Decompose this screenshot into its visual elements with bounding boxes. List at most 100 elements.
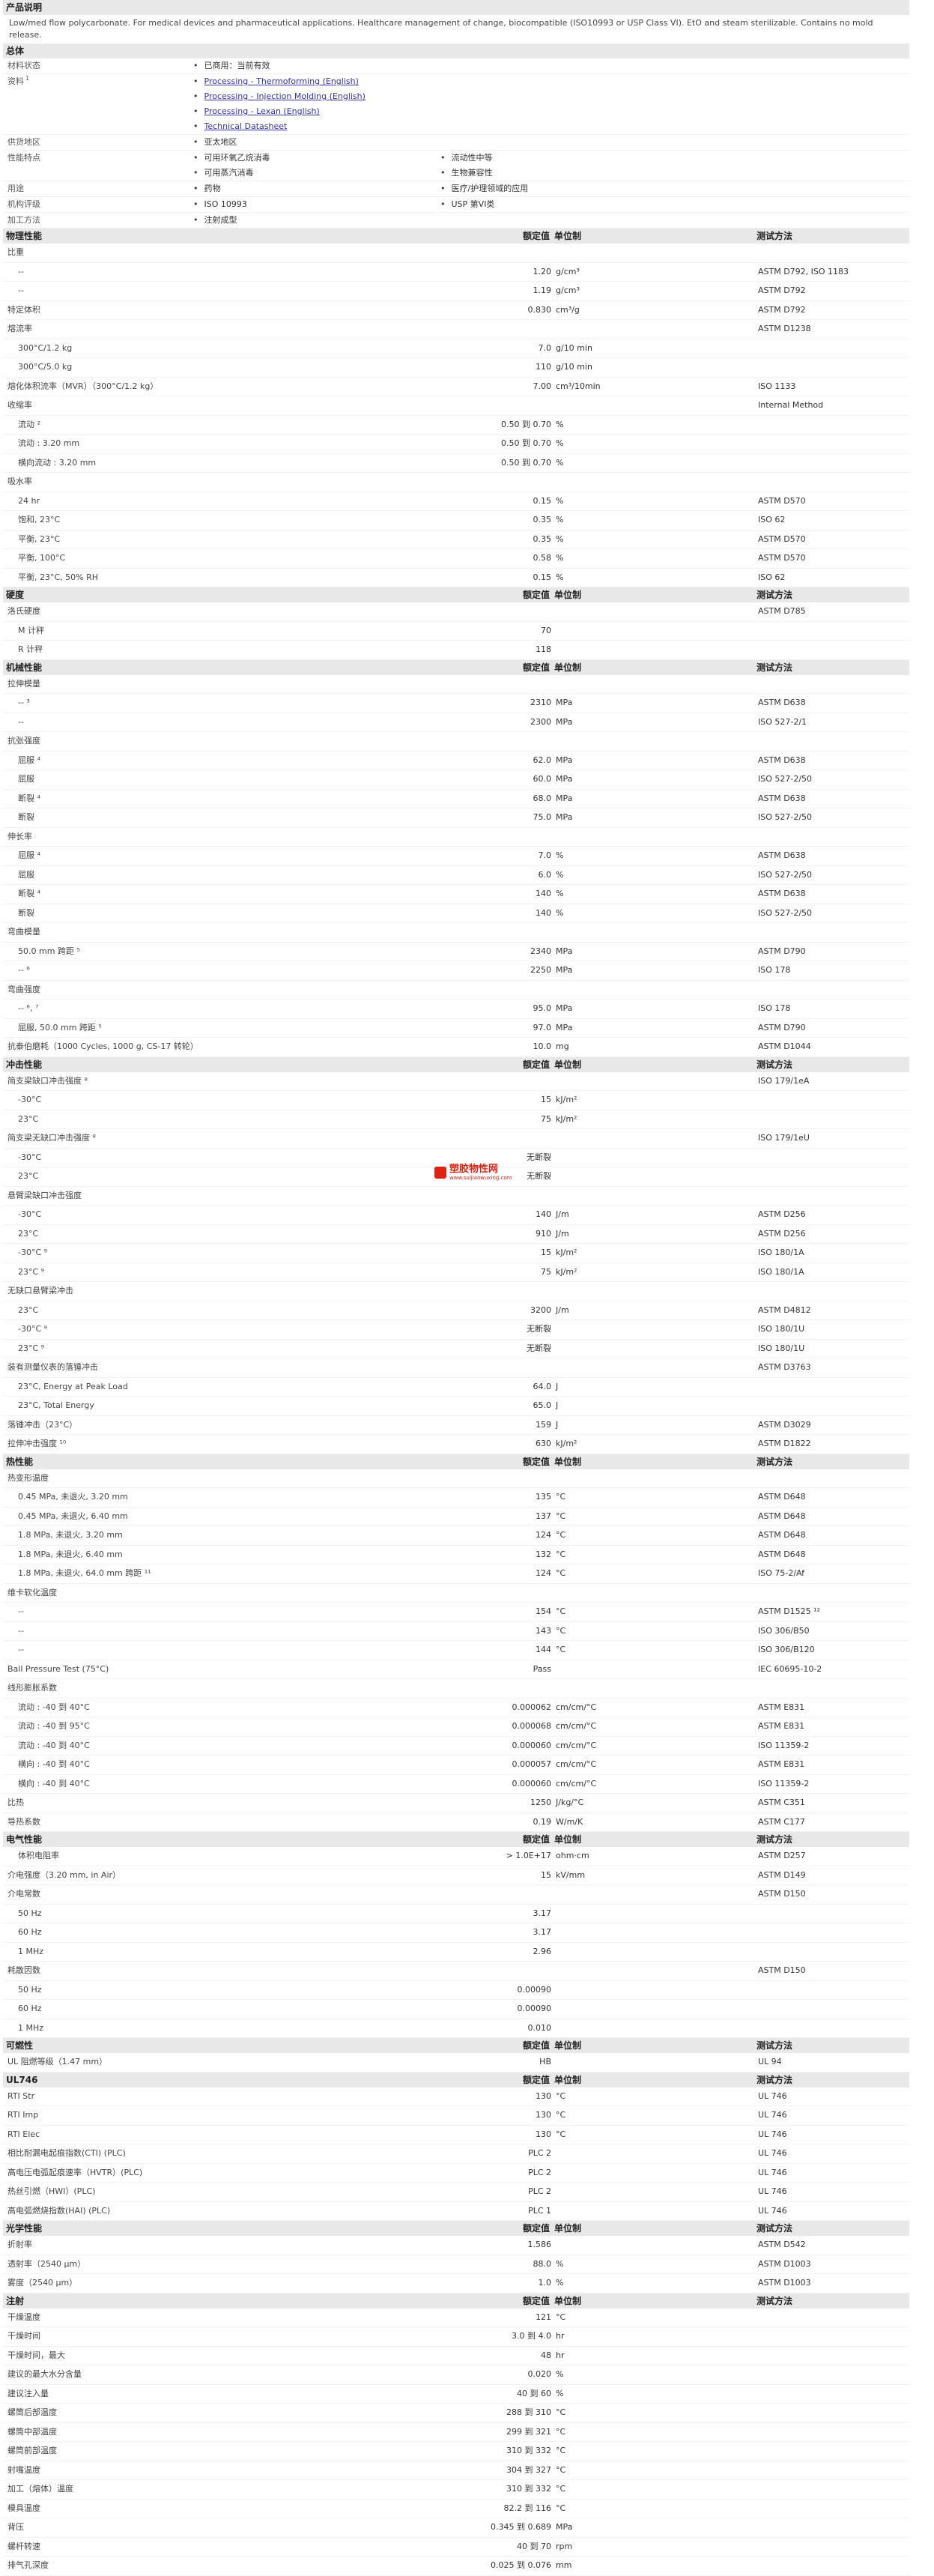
property-name: 拉伸冲击强度 ¹⁰: [7, 1439, 67, 1448]
doc-link-thermoforming[interactable]: Processing - Thermoforming (English): [204, 74, 359, 89]
section-header: 物理性能 额定值 单位制 测试方法: [3, 229, 909, 244]
property-name: 平衡, 100°C: [18, 553, 66, 563]
property-test-method: ASTM D790: [758, 946, 806, 956]
property-name: 相比耐漏电起痕指数(CTI) (PLC): [7, 2148, 126, 2158]
property-test-method: ASTM D648: [758, 1511, 806, 1521]
property-unit: ohm·cm: [556, 1851, 589, 1860]
property-name: 断裂 ⁴: [18, 793, 40, 803]
property-unit: %: [556, 2388, 564, 2398]
property-test-method: [758, 1091, 909, 1110]
property-name: 无缺口悬臂梁冲击: [7, 1286, 73, 1295]
property-value: [487, 828, 554, 847]
section-header: 冲击性能 额定值 单位制 测试方法: [3, 1056, 909, 1072]
property-row: 高电压电弧起痕速率（HVTR）(PLC) PLC 2 UL 746: [3, 2164, 909, 2183]
property-unit: [554, 1981, 758, 2000]
property-row: 熔化体积流率（MVR）（300°C/1.2 kg） 7.00 cm³/10min IS…: [3, 378, 909, 396]
property-value: 144: [536, 1645, 551, 1654]
property-value: [487, 981, 554, 1000]
doc-link-injection-molding[interactable]: Processing - Injection Molding (English): [204, 89, 366, 104]
property-row: 0.45 MPa, 未退火, 3.20 mm 135 °C ASTM D648: [3, 1488, 909, 1508]
property-row: 流动 : -40 到 95°C 0.000068 cm/cm/°C ASTM E831: [3, 1717, 909, 1737]
property-value: [487, 1679, 554, 1698]
property-unit: [554, 1923, 758, 1942]
general-row-region: 供货地区 亚太地区: [3, 135, 909, 151]
property-unit: [554, 244, 758, 262]
property-value: 2.96: [533, 1946, 552, 1956]
property-test-method: ASTM D1044: [758, 1041, 811, 1051]
property-name: 螺筒前部温度: [7, 2446, 57, 2455]
property-name: 干燥温度: [7, 2312, 40, 2322]
property-value: 75: [541, 1266, 551, 1277]
property-name: 导热系数: [7, 1816, 40, 1827]
property-value: 143: [536, 1625, 551, 1636]
property-row: -- 1.19 g/cm³ ASTM D792: [3, 282, 909, 301]
property-unit: °C: [556, 2312, 566, 2322]
property-name: 断裂: [18, 907, 34, 918]
property-row: -30°C 15 kJ/m²: [3, 1091, 909, 1110]
property-test-method: ASTM D648: [758, 1492, 806, 1502]
property-test-method: ISO 306/B50: [758, 1625, 810, 1636]
property-row: 悬臂梁缺口冲击强度: [3, 1187, 909, 1206]
property-name: 介电强度（3.20 mm, in Air）: [7, 1869, 121, 1880]
property-value: PLC 2: [528, 2167, 551, 2177]
property-name: 热变形温度: [7, 1472, 49, 1483]
property-test-method: ISO 179/1eU: [758, 1133, 810, 1143]
property-value: 6.0: [538, 869, 552, 880]
property-value: 0.50 到 0.70: [501, 419, 551, 429]
property-value: 0.35: [533, 533, 552, 544]
property-name: 0.45 MPa, 未退火, 6.40 mm: [18, 1511, 128, 1521]
property-value: [487, 473, 554, 492]
property-unit: J/m: [556, 1304, 569, 1315]
property-name: 300°C/5.0 kg: [18, 362, 73, 372]
property-test-method: [758, 2385, 909, 2404]
property-test-method: ISO 62: [758, 572, 786, 582]
property-name: 背压: [7, 2522, 24, 2532]
property-row: 300°C/5.0 kg 110 g/10 min: [3, 358, 909, 378]
property-name: 23°C: [18, 1304, 39, 1315]
property-test-method: ASTM D542: [758, 2240, 806, 2249]
property-test-method: ASTM D570: [758, 533, 806, 544]
property-row: Ball Pressure Test (75°C) Pass IEC 60695-1…: [3, 1660, 909, 1679]
property-test-method: [758, 1584, 909, 1603]
property-value: HB: [539, 2057, 551, 2066]
property-value: 70: [541, 625, 551, 635]
property-test-method: ASTM D1525 ¹²: [758, 1606, 820, 1616]
property-test-method: ASTM D257: [758, 1851, 806, 1860]
property-test-method: [758, 2461, 909, 2480]
property-test-method: ASTM C351: [758, 1798, 805, 1807]
property-value: 0.000057: [512, 1759, 552, 1769]
property-unit: [554, 2236, 758, 2255]
property-value: [487, 1962, 554, 1980]
property-row: 抗泰伯磨耗（1000 Cycles, 1000 g, CS-17 转轮） 10.0…: [3, 1038, 909, 1057]
property-name: 耗散因数: [7, 1965, 40, 1975]
property-name: 流动 : -40 到 40°C: [18, 1740, 90, 1750]
property-value: 0.15: [533, 572, 552, 582]
property-name: 抗泰伯磨耗（1000 Cycles, 1000 g, CS-17 转轮）: [7, 1041, 198, 1051]
doc-link-technical-datasheet[interactable]: Technical Datasheet: [204, 119, 288, 134]
property-test-method: [758, 1397, 909, 1415]
property-name: 干燥时间: [7, 2331, 40, 2341]
property-name: 螺筒后部温度: [7, 2407, 57, 2417]
property-unit: °C: [556, 1625, 566, 1636]
property-row: 60 Hz 3.17: [3, 1923, 909, 1943]
property-unit: [554, 675, 758, 694]
property-value: [487, 602, 554, 621]
property-test-method: ISO 180/1A: [758, 1248, 804, 1257]
property-name: --: [18, 1606, 24, 1616]
property-row: RTI Elec 130 °C UL 746: [3, 2126, 909, 2144]
property-value: 95.0: [533, 1003, 552, 1013]
property-test-method: ISO 179/1eA: [758, 1075, 810, 1086]
doc-link-lexan[interactable]: Processing - Lexan (English): [204, 104, 320, 119]
property-test-method: ASTM E831: [758, 1759, 805, 1769]
property-test-method: ASTM D3763: [758, 1362, 811, 1372]
property-unit: [554, 396, 758, 415]
property-name: 平衡, 23°C, 50% RH: [18, 572, 99, 582]
property-name: 1.8 MPa, 未退火, 6.40 mm: [18, 1549, 123, 1559]
property-unit: MPa: [556, 1003, 573, 1013]
section-header: 机械性能 额定值 单位制 测试方法: [3, 659, 909, 675]
property-unit: [554, 2053, 758, 2072]
property-test-method: [758, 2347, 909, 2365]
property-name: UL 阻燃等级（1.47 mm）: [7, 2057, 108, 2066]
property-row: 螺筒后部温度 288 到 310 °C: [3, 2404, 909, 2423]
property-row: 雾度（2540 µm） 1.0% ASTM D1003: [3, 2274, 909, 2294]
